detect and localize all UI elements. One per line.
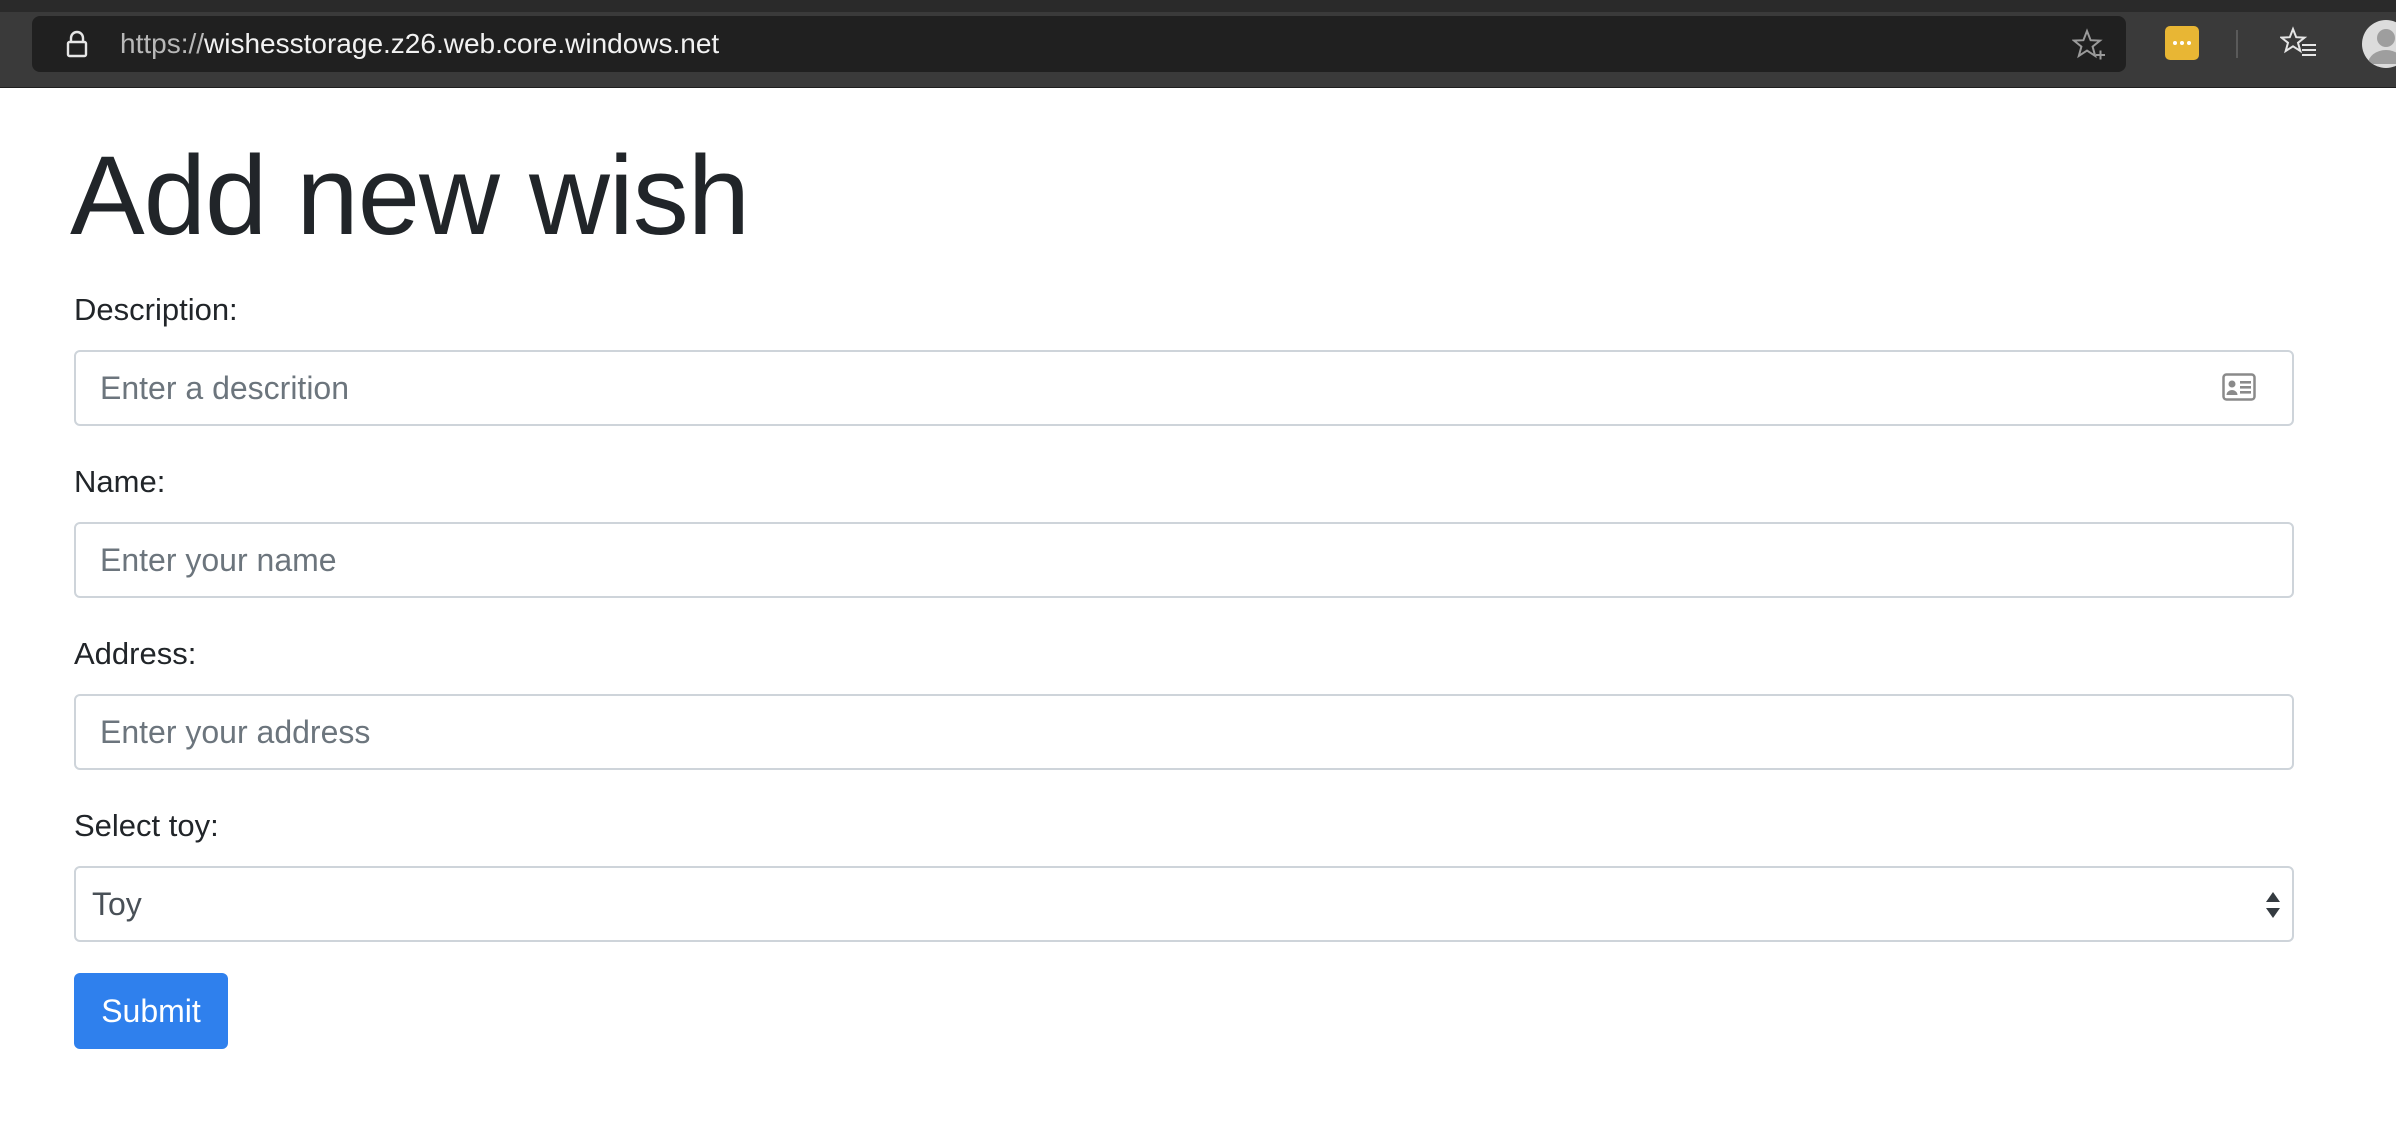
- address-input[interactable]: [74, 694, 2294, 770]
- address-bar[interactable]: https://wishesstorage.z26.web.core.windo…: [32, 16, 2126, 72]
- name-label: Name:: [74, 464, 166, 499]
- name-input[interactable]: [74, 522, 2294, 598]
- page-title: Add new wish: [70, 133, 750, 258]
- description-label: Description:: [74, 292, 238, 327]
- toy-select[interactable]: Toy: [74, 866, 2294, 942]
- contact-card-icon[interactable]: [2222, 373, 2256, 401]
- description-input[interactable]: [74, 350, 2294, 426]
- profile-icon[interactable]: [2362, 20, 2396, 68]
- url-scheme: https://: [120, 28, 205, 59]
- address-label: Address:: [74, 636, 197, 671]
- toy-label: Select toy:: [74, 808, 219, 843]
- extension-icon[interactable]: [2165, 26, 2199, 60]
- toy-select-value: Toy: [92, 886, 142, 922]
- toolbar-divider: [2236, 30, 2238, 58]
- url-host: wishesstorage.z26.web.core.windows.net: [204, 28, 720, 59]
- favorites-icon[interactable]: [2278, 26, 2318, 60]
- description-field-wrap: [74, 350, 2294, 426]
- star-icon[interactable]: [2071, 28, 2106, 62]
- select-arrows-icon: [2264, 890, 2282, 920]
- submit-button[interactable]: Submit: [74, 973, 228, 1049]
- browser-toolbar: https://wishesstorage.z26.web.core.windo…: [0, 0, 2396, 88]
- url-text[interactable]: https://wishesstorage.z26.web.core.windo…: [120, 16, 719, 72]
- lock-icon[interactable]: [62, 29, 92, 59]
- window-top-strip: [0, 0, 2396, 12]
